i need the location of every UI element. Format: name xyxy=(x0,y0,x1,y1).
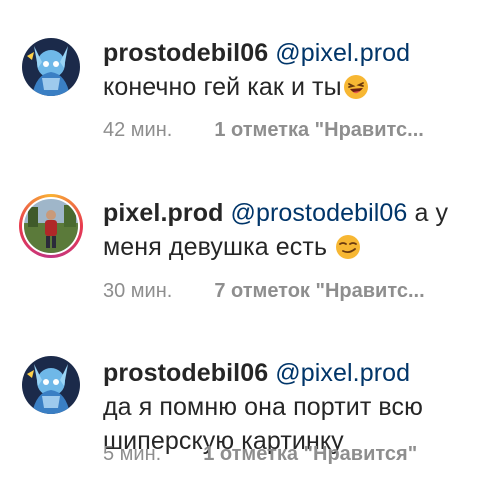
comment-mention[interactable]: @pixel.prod xyxy=(275,39,410,67)
comment-meta: 30 мин. 7 отметок "Нравитс... xyxy=(103,280,425,303)
comment-likes[interactable]: 1 отметка "Нравитс... xyxy=(214,119,424,142)
avatar xyxy=(24,199,78,253)
comment-meta: 42 мин. 1 отметка "Нравитс... xyxy=(103,119,424,142)
comment-username[interactable]: pixel.prod xyxy=(103,199,223,227)
comment-likes[interactable]: 7 отметок "Нравитс... xyxy=(214,280,424,303)
comment-likes[interactable]: 1 отметка "Нравится" xyxy=(203,443,417,466)
avatar[interactable] xyxy=(22,38,80,96)
avatar-story-ring[interactable] xyxy=(19,194,83,258)
comment-time: 5 мин. xyxy=(103,443,162,465)
comment-text: pixel.prod @prostodebil06 а у меня девуш… xyxy=(103,196,488,264)
comment-time: 42 мин. xyxy=(103,119,173,141)
comment-text: prostodebil06 @pixel.prod конечно гей ка… xyxy=(103,36,488,104)
comment-meta: 5 мин. 1 отметка "Нравится" xyxy=(103,443,417,466)
smirking-face-emoji-icon xyxy=(335,234,361,260)
comment-body-line2: меня девушка есть xyxy=(103,233,328,261)
comment-body-line1: а у xyxy=(414,199,449,227)
comment-body: конечно гей как и ты xyxy=(103,73,342,101)
comment-mention[interactable]: @pixel.prod xyxy=(275,359,410,387)
avatar[interactable] xyxy=(22,356,80,414)
laughing-face-emoji-icon xyxy=(343,74,369,100)
comment-time: 30 мин. xyxy=(103,280,173,302)
comment-username[interactable]: prostodebil06 xyxy=(103,39,268,67)
comment-body-line1: да я помню она портит всю xyxy=(103,393,423,421)
comment-username[interactable]: prostodebil06 xyxy=(103,359,268,387)
comment-mention[interactable]: @prostodebil06 xyxy=(231,199,408,227)
